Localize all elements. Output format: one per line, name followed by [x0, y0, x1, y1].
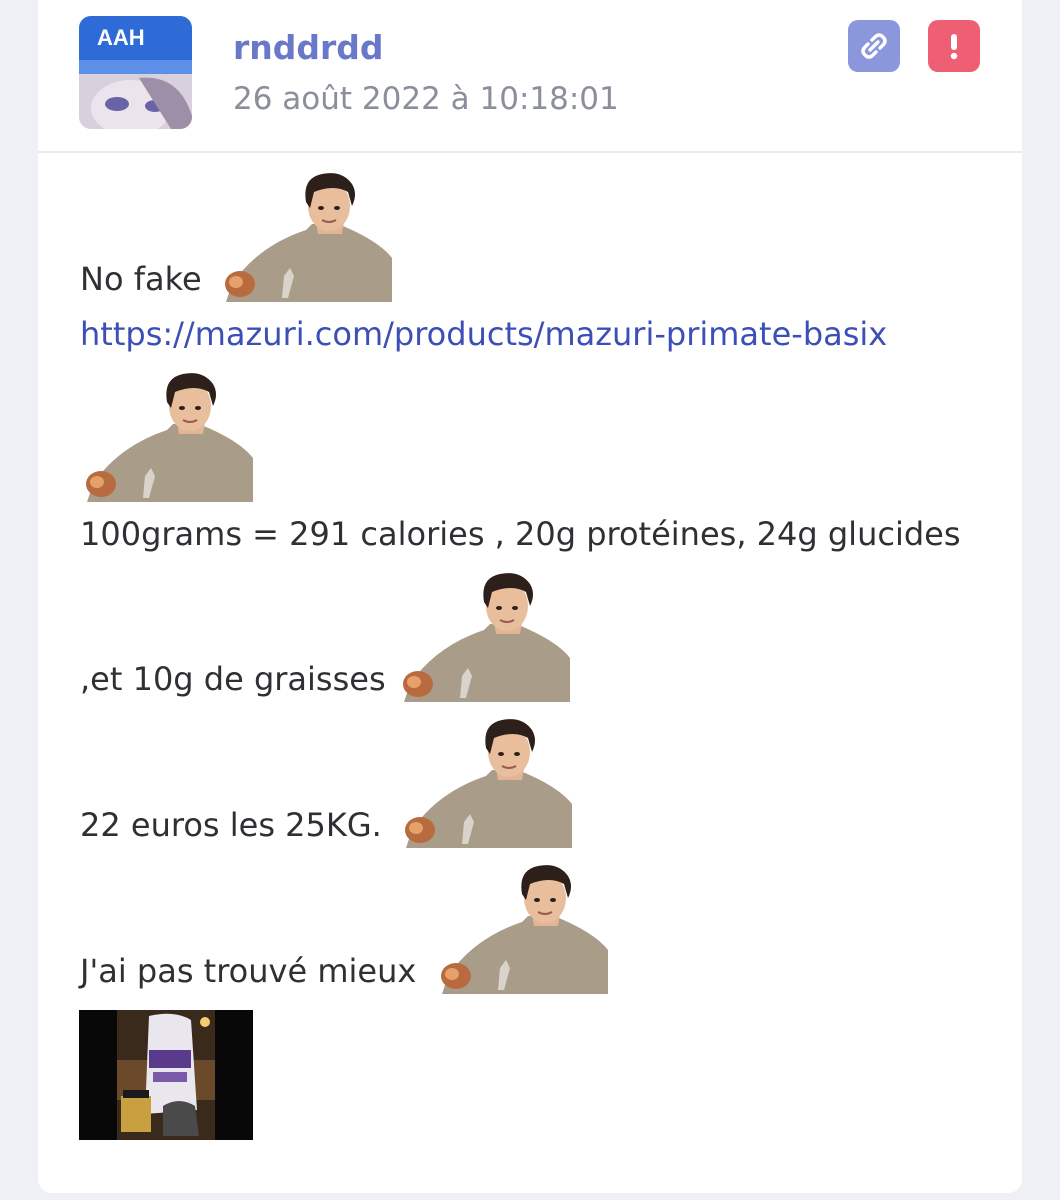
post-header: AAH rnddrdd 26 août 2022 à 10:18:01: [38, 0, 1022, 153]
post-timestamp: 26 août 2022 à 10:18:01: [233, 81, 619, 117]
sticker-image: [396, 572, 570, 702]
report-button[interactable]: [928, 20, 980, 72]
sticker-image: [398, 718, 572, 848]
product-link[interactable]: https://mazuri.com/products/mazuri-prima…: [80, 315, 887, 353]
exclamation-icon: [950, 34, 958, 60]
avatar[interactable]: AAH: [79, 16, 192, 129]
message-line-nutrition: 100grams = 291 calories , 20g protéines,…: [80, 515, 961, 553]
sticker-image: [79, 372, 253, 502]
link-icon: [861, 33, 887, 59]
copy-link-button[interactable]: [848, 20, 900, 72]
post-card: AAH rnddrdd 26 août 2022 à 10:18:01 No f…: [38, 0, 1022, 1193]
sticker-image: [218, 172, 392, 302]
sticker-image: [434, 864, 608, 994]
message-line-no-fake: No fake: [80, 260, 202, 298]
message-line-price: 22 euros les 25KG.: [80, 806, 382, 844]
message-line-conclusion: J'ai pas trouvé mieux: [80, 952, 417, 990]
svg-text:AAH: AAH: [97, 25, 145, 50]
attached-photo[interactable]: [79, 1010, 253, 1140]
author-name[interactable]: rnddrdd: [233, 28, 384, 67]
message-line-fat: ,et 10g de graisses: [80, 660, 386, 698]
